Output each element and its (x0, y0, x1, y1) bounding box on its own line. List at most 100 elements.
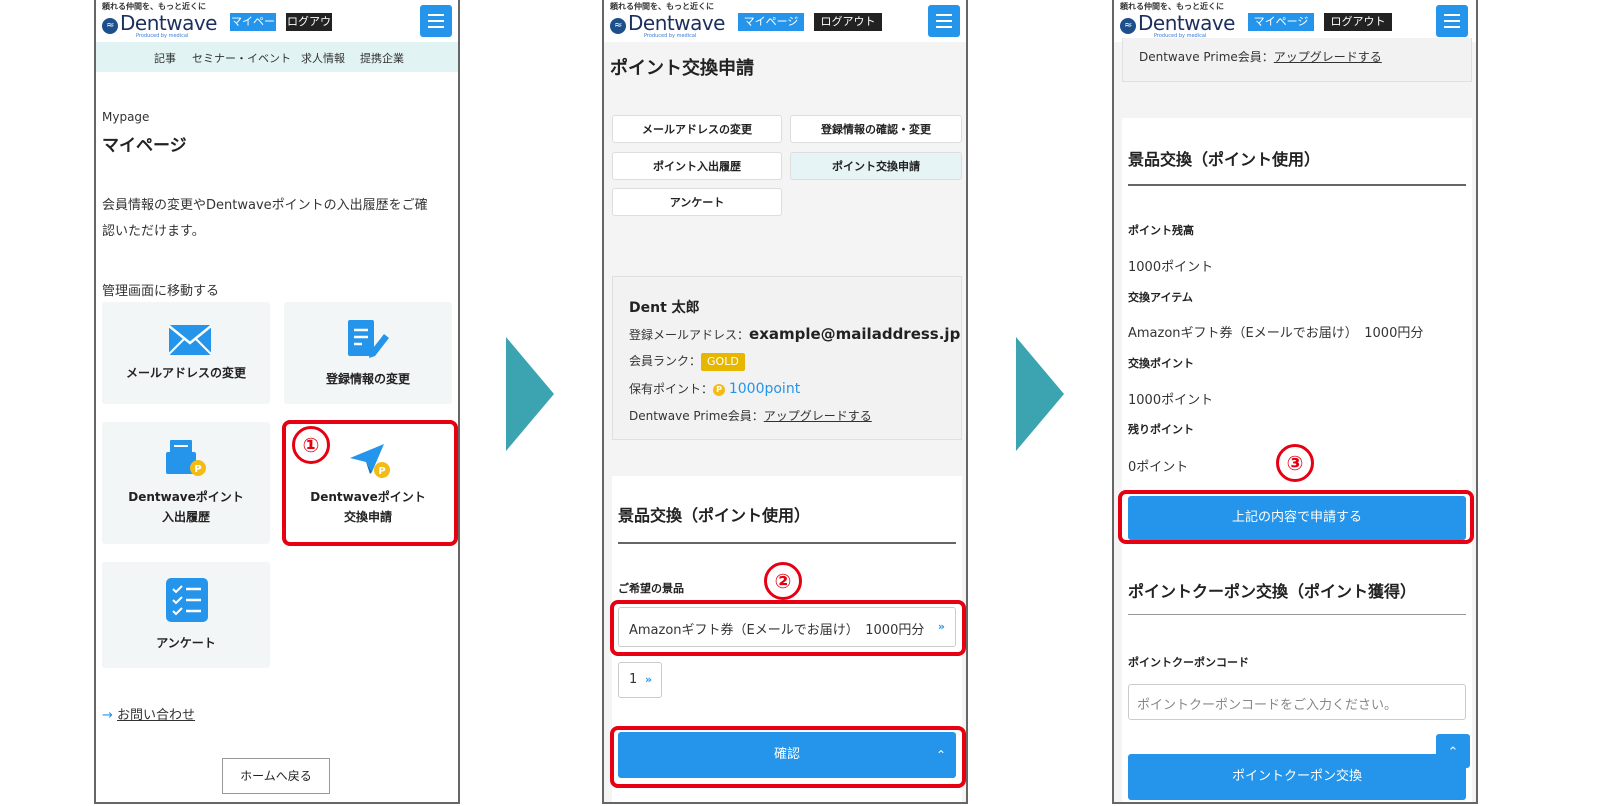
section-divider (618, 542, 956, 544)
email-value: example@mailaddress.jp (749, 325, 961, 343)
hamburger-icon-bar (1444, 26, 1460, 28)
quantity-value: 1 (629, 672, 638, 687)
prize-label: ご希望の景品 (618, 582, 684, 595)
contact-link-label: お問い合わせ (117, 708, 196, 723)
screen-mypage: 頼れる仲間を、もっと近くに ≈ Dentwave Produced by medi… (94, 0, 460, 804)
mypage-button[interactable]: マイページ (230, 13, 276, 46)
quantity-select[interactable]: 1 » (618, 662, 662, 698)
contact-link[interactable]: → お問い合わせ (102, 704, 195, 723)
site-logo[interactable]: ≈ Dentwave (102, 11, 217, 35)
site-header: 頼れる仲間を、もっと近くに ≈ Dentwave Produced by medi… (96, 0, 458, 46)
hamburger-icon (428, 14, 444, 16)
highlight-box-confirm (610, 726, 966, 788)
logo-icon: ≈ (102, 18, 118, 34)
menu-point-exchange[interactable]: ポイント交換申請 (790, 152, 962, 180)
point-coin-icon: P (713, 384, 726, 396)
checklist-icon (166, 578, 208, 622)
prime-label: Dentwave Prime会員： (1139, 50, 1274, 64)
page-title: ポイント交換申請 (610, 58, 754, 79)
member-name: Dent 太郎 (629, 300, 700, 316)
upgrade-link[interactable]: アップグレードする (1274, 50, 1382, 64)
logout-button[interactable]: ログアウト (286, 13, 332, 46)
produced-by: Produced by medical (644, 33, 697, 39)
section-heading: 景品交換（ポイント使用） (618, 506, 811, 525)
site-logo[interactable]: ≈ Dentwave (1120, 11, 1235, 35)
logout-button[interactable]: ログアウト (1324, 13, 1392, 31)
flow-arrow-2 (1016, 337, 1064, 451)
folder-point-icon: P (166, 440, 206, 476)
section-heading: 景品交換（ポイント使用） (1128, 150, 1321, 169)
home-button[interactable]: ホームへ戻る (222, 758, 330, 794)
section-divider (1128, 614, 1466, 615)
card-label-line1: Dentwaveポイント (128, 490, 244, 504)
points-label: 保有ポイント： (629, 382, 714, 396)
profile-panel: Dent 太郎 登録メールアドレス：example@mailaddress.jp… (612, 276, 962, 440)
upgrade-link[interactable]: アップグレードする (764, 409, 872, 423)
highlight-box-step3 (1118, 490, 1474, 544)
document-edit-icon (348, 320, 389, 358)
card-label: メールアドレスの変更 (125, 366, 246, 380)
prime-row: Dentwave Prime会員：アップグレードする (629, 407, 872, 424)
card-survey[interactable]: アンケート (102, 562, 270, 668)
hamburger-icon-bar (936, 20, 952, 22)
menu-email-change[interactable]: メールアドレスの変更 (612, 115, 782, 143)
site-header: 頼れる仲間を、もっと近くに ≈ Dentwave Produced by medi… (604, 0, 966, 42)
step-number-1: ① (292, 426, 330, 464)
flow-arrow-1 (506, 337, 554, 451)
hamburger-icon (936, 14, 952, 16)
step-number-2: ② (764, 562, 802, 600)
hamburger-menu-button[interactable] (928, 5, 960, 37)
envelope-icon (168, 325, 212, 355)
item-value: Amazonギフト券（Eメールでお届け） 1000円分 (1128, 326, 1424, 341)
brand-name: Dentwave (628, 11, 725, 35)
remaining-value: 0ポイント (1128, 460, 1189, 475)
screen-exchange-confirm: 頼れる仲間を、もっと近くに ≈ Dentwave Produced by medi… (1112, 0, 1478, 804)
card-registration-change[interactable]: 登録情報の変更 (284, 302, 452, 404)
nav-item-partners[interactable]: 提携企業 (360, 50, 404, 66)
card-point-history[interactable]: P Dentwaveポイント 入出履歴 (102, 422, 270, 544)
site-header: 頼れる仲間を、もっと近くに ≈ Dentwave Produced by medi… (1114, 0, 1476, 42)
arrow-right-icon: → (102, 708, 113, 723)
exchange-points-label: 交換ポイント (1128, 357, 1194, 370)
hamburger-icon-bar (1444, 20, 1460, 22)
logout-button[interactable]: ログアウト (814, 13, 882, 31)
nav-item-seminars[interactable]: セミナー・イベント (192, 50, 291, 66)
balance-value: 1000ポイント (1128, 260, 1214, 275)
page-title: マイページ (102, 136, 187, 156)
hamburger-menu-button[interactable] (1436, 5, 1468, 37)
mypage-button[interactable]: マイページ (738, 13, 804, 31)
hamburger-icon-bar (936, 26, 952, 28)
mypage-button[interactable]: マイページ (1248, 13, 1314, 31)
card-label-line2: 入出履歴 (161, 510, 210, 524)
hamburger-menu-button[interactable] (420, 5, 452, 37)
site-logo[interactable]: ≈ Dentwave (610, 11, 725, 35)
section-divider (1128, 184, 1466, 186)
exchange-points-value: 1000ポイント (1128, 393, 1214, 408)
card-label: アンケート (156, 636, 216, 650)
coupon-exchange-button[interactable]: ポイントクーポン交換 (1128, 754, 1466, 800)
email-label: 登録メールアドレス： (629, 328, 750, 342)
chevron-up-icon: ⌃ (1447, 745, 1459, 760)
item-label: 交換アイテム (1128, 291, 1193, 304)
menu-survey[interactable]: アンケート (612, 188, 782, 216)
nav-item-articles[interactable]: 記事 (154, 50, 176, 66)
card-email-change[interactable]: メールアドレスの変更 (102, 302, 270, 404)
produced-by: Produced by medical (136, 33, 189, 39)
rank-row: 会員ランク： GOLD (629, 352, 745, 371)
admin-heading: 管理画面に移動する (102, 284, 220, 299)
coupon-code-placeholder: ポイントクーポンコードをご入力ください。 (1137, 698, 1398, 713)
email-row: 登録メールアドレス：example@mailaddress.jp (629, 325, 960, 343)
main-nav: 記事 セミナー・イベント 求人情報 提携企業 (96, 42, 458, 72)
scroll-to-top-button[interactable]: ⌃ (1436, 734, 1470, 768)
coupon-heading: ポイントクーポン交換（ポイント獲得） (1128, 582, 1417, 601)
hamburger-icon (1444, 14, 1460, 16)
menu-point-history[interactable]: ポイント入出履歴 (612, 152, 782, 180)
menu-registration[interactable]: 登録情報の確認・変更 (790, 115, 962, 143)
points-row: 保有ポイント： P 1000point (629, 380, 800, 397)
brand-name: Dentwave (1138, 11, 1235, 35)
card-label: 登録情報の変更 (325, 372, 410, 386)
hamburger-icon-bar (428, 20, 444, 22)
coupon-code-input[interactable]: ポイントクーポンコードをご入力ください。 (1128, 684, 1466, 720)
nav-item-jobs[interactable]: 求人情報 (301, 50, 345, 66)
screen-point-exchange-request: 頼れる仲間を、もっと近くに ≈ Dentwave Produced by medi… (602, 0, 968, 804)
